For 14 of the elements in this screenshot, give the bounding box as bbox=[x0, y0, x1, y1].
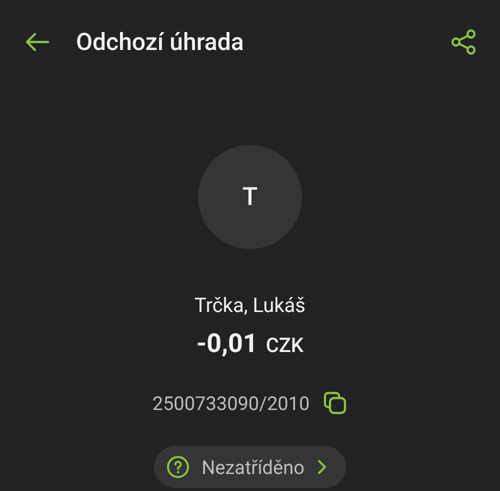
share-button[interactable] bbox=[450, 28, 478, 56]
account-number: 2500733090/2010 bbox=[152, 392, 310, 414]
chevron-icon bbox=[316, 459, 328, 475]
category-chip[interactable]: Nezatříděno bbox=[154, 446, 346, 488]
copy-icon[interactable] bbox=[322, 390, 348, 416]
page-title: Odchozí úhrada bbox=[76, 28, 245, 56]
avatar: T bbox=[198, 145, 302, 249]
counterparty-name: Trčka, Lukáš bbox=[194, 293, 306, 317]
back-button[interactable] bbox=[24, 32, 50, 52]
currency: CZK bbox=[266, 333, 304, 357]
amount: -0,01 bbox=[196, 329, 258, 359]
question-icon bbox=[166, 455, 190, 479]
back-arrow-icon bbox=[24, 32, 50, 52]
share-icon bbox=[450, 28, 478, 56]
